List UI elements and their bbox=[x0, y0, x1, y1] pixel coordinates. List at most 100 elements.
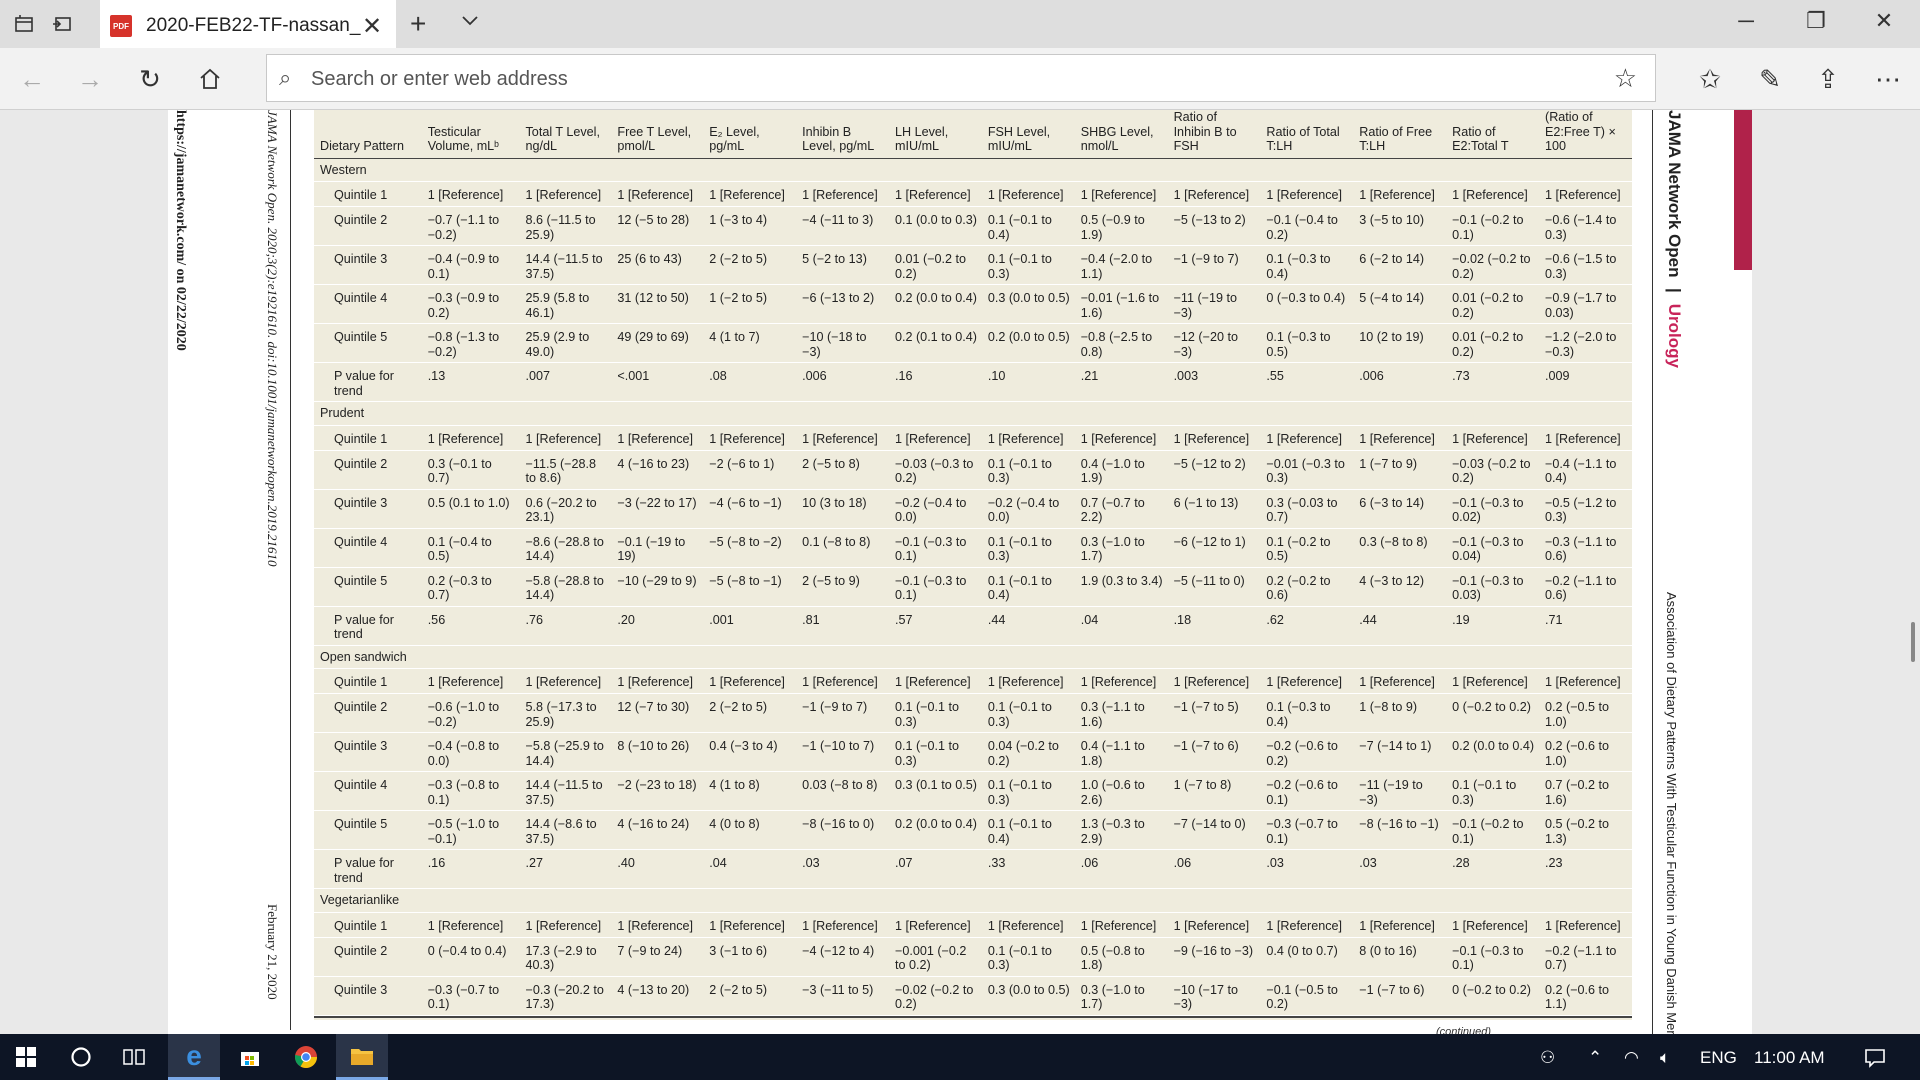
wifi-icon[interactable]: ◠ bbox=[1624, 1048, 1639, 1068]
table-cell: 1 [Reference] bbox=[519, 425, 612, 451]
row-label: Quintile 3 bbox=[314, 489, 422, 529]
table-cell: 4 (1 to 7) bbox=[703, 323, 797, 363]
table-cell: −0.8 (−1.3 to −0.2) bbox=[421, 323, 520, 363]
windows-start-icon[interactable] bbox=[0, 1034, 52, 1080]
journal-header: JAMA Network Open | Urology bbox=[1664, 110, 1684, 368]
table-cell: −0.5 (−1.0 to −0.1) bbox=[421, 810, 520, 850]
taskbar: e ⚇ ⌃ ◠ 🔈︎ ENG 11:00 AM bbox=[0, 1034, 1920, 1080]
search-icon: ⌕ bbox=[279, 65, 292, 90]
table-cell: −5 (−13 to 2) bbox=[1167, 206, 1261, 246]
chevron-down-icon[interactable] bbox=[460, 10, 480, 36]
close-tab-icon[interactable]: ✕ bbox=[362, 12, 382, 41]
minimize-button[interactable]: ─ bbox=[1726, 8, 1766, 40]
table-cell: 1 [Reference] bbox=[611, 912, 704, 938]
table-cell: 31 (12 to 50) bbox=[611, 284, 704, 324]
table-cell: 0.2 (−0.5 to 1.0) bbox=[1539, 693, 1632, 733]
table-cell: 1 [Reference] bbox=[1353, 912, 1447, 938]
row-label: Quintile 3 bbox=[314, 732, 422, 772]
table-cell: 2 (−5 to 9) bbox=[796, 567, 889, 607]
table-cell: 0.3 (−1.0 to 1.7) bbox=[1074, 528, 1168, 568]
task-view-icon[interactable] bbox=[110, 1034, 160, 1080]
tab-pdf[interactable]: PDF 2020-FEB22-TF-nassan_ ✕ bbox=[100, 0, 396, 48]
table-cell: −2 (−6 to 1) bbox=[703, 450, 797, 490]
table-cell: −5 (−8 to −2) bbox=[703, 528, 797, 568]
people-icon[interactable]: ⚇ bbox=[1540, 1048, 1555, 1068]
clock[interactable]: 11:00 AM bbox=[1754, 1048, 1825, 1068]
table-cell: 1 [Reference] bbox=[1167, 668, 1261, 694]
table-cell: 1 [Reference] bbox=[611, 668, 704, 694]
table-cell: −0.3 (−0.8 to 0.1) bbox=[421, 771, 520, 811]
table-cell: 1 [Reference] bbox=[421, 668, 520, 694]
chrome-icon[interactable] bbox=[280, 1034, 332, 1080]
edge-browser-icon[interactable]: e bbox=[168, 1034, 220, 1080]
table-row: Quintile 2 0.3 (−0.1 to 0.7) −11.5 (−28.8 … bbox=[314, 450, 1632, 490]
pvalue-row: P value for trend .13.007 <.001.08.006.16.… bbox=[314, 362, 1632, 402]
new-tab-icon[interactable]: + bbox=[410, 8, 426, 40]
forward-arrow-icon[interactable]: → bbox=[72, 62, 108, 96]
table-cell: 0.3 (0.0 to 0.5) bbox=[981, 284, 1075, 324]
table-cell: −0.6 (−1.5 to 0.3) bbox=[1539, 245, 1632, 285]
table-cell: 1 [Reference] bbox=[1074, 668, 1168, 694]
close-window-button[interactable]: ✕ bbox=[1864, 8, 1904, 40]
table-cell: −1 (−10 to 7) bbox=[796, 732, 889, 772]
pvalue-cell: .003 bbox=[1167, 362, 1261, 402]
tab-actions-icon[interactable] bbox=[10, 10, 38, 38]
back-arrow-icon[interactable]: ← bbox=[14, 62, 50, 96]
favorites-icon[interactable]: ✩ bbox=[1692, 62, 1728, 96]
table-cell: 0.1 (−0.4 to 0.5) bbox=[421, 528, 520, 568]
row-label: Quintile 5 bbox=[314, 567, 422, 607]
address-bar[interactable]: ⌕ ☆ bbox=[266, 54, 1656, 102]
restore-button[interactable]: ❐ bbox=[1796, 8, 1836, 40]
address-input[interactable] bbox=[311, 65, 1561, 93]
table-cell: 1 [Reference] bbox=[703, 912, 797, 938]
store-icon[interactable] bbox=[224, 1034, 276, 1080]
cortana-search-icon[interactable] bbox=[56, 1034, 106, 1080]
refresh-icon[interactable]: ↻ bbox=[132, 62, 168, 96]
scrollbar-thumb[interactable] bbox=[1911, 622, 1915, 662]
results-table: Dietary Pattern Testicular Volume, mLᵇ Tot… bbox=[314, 110, 1632, 1020]
table-cell: −8.6 (−28.8 to 14.4) bbox=[519, 528, 612, 568]
table-cell: 0.2 (0.0 to 0.4) bbox=[1446, 732, 1539, 772]
table-cell: 0.4 (−1.0 to 1.9) bbox=[1074, 450, 1168, 490]
title-bar: PDF 2020-FEB22-TF-nassan_ ✕ + ─ ❐ ✕ bbox=[0, 0, 1920, 48]
favorite-star-icon[interactable]: ☆ bbox=[1614, 63, 1637, 94]
set-tabs-aside-icon[interactable] bbox=[48, 10, 76, 38]
table-cell: 25.9 (2.9 to 49.0) bbox=[519, 323, 612, 363]
table-cell: 17.3 (−2.9 to 40.3) bbox=[519, 937, 612, 977]
pvalue-row: P value for trend .16.27.40.04.03.07.33.0… bbox=[314, 849, 1632, 889]
share-icon[interactable]: ⇪ bbox=[1810, 62, 1846, 96]
group-row: Prudent bbox=[314, 401, 1632, 426]
table-cell: 0.5 (−0.8 to 1.8) bbox=[1074, 937, 1168, 977]
table-cell: 0.01 (−0.2 to 0.2) bbox=[888, 245, 982, 285]
table-cell: 25 (6 to 43) bbox=[611, 245, 704, 285]
chevron-up-icon[interactable]: ⌃ bbox=[1588, 1048, 1602, 1068]
more-icon[interactable]: ⋯ bbox=[1870, 62, 1906, 96]
table-cell: 0.3 (0.0 to 0.5) bbox=[981, 976, 1075, 1016]
table-cell: −6 (−13 to 2) bbox=[796, 284, 889, 324]
table-cell: −0.1 (−0.3 to 0.1) bbox=[1446, 937, 1539, 977]
language-indicator[interactable]: ENG bbox=[1700, 1048, 1737, 1068]
table-cell: 7 (−9 to 24) bbox=[611, 937, 704, 977]
table-cell: 1 [Reference] bbox=[981, 912, 1075, 938]
table-cell: −0.1 (−0.3 to 0.1) bbox=[888, 528, 982, 568]
table-cell: −0.6 (−1.4 to 0.3) bbox=[1539, 206, 1632, 246]
table-cell: 5 (−2 to 13) bbox=[796, 245, 889, 285]
table-cell: −4 (−11 to 3) bbox=[796, 206, 889, 246]
table-cell: 8 (−10 to 26) bbox=[611, 732, 704, 772]
pen-icon[interactable]: ✎ bbox=[1752, 62, 1788, 96]
pdf-viewer[interactable]: https://jamanetwork.com/ on 02/22/2020 J… bbox=[0, 110, 1920, 1038]
table-row: Quintile 11 [Reference] 1 [Reference] 1 [R… bbox=[314, 912, 1632, 938]
table-cell: −0.2 (−0.4 to 0.0) bbox=[981, 489, 1075, 529]
table-cell: 0.4 (−1.1 to 1.8) bbox=[1074, 732, 1168, 772]
table-cell: 0.6 (−20.2 to 23.1) bbox=[519, 489, 612, 529]
file-explorer-icon[interactable] bbox=[336, 1034, 388, 1080]
pvalue-cell: .001 bbox=[703, 606, 797, 646]
pvalue-cell: .81 bbox=[796, 606, 889, 646]
notifications-icon[interactable] bbox=[1864, 1048, 1886, 1073]
table-cell: 0.1 (−0.1 to 0.3) bbox=[981, 450, 1075, 490]
table-cell: 0.2 (0.0 to 0.5) bbox=[981, 323, 1075, 363]
home-icon[interactable] bbox=[192, 62, 228, 96]
table-cell: 0.2 (0.1 to 0.4) bbox=[888, 323, 982, 363]
volume-icon[interactable]: 🔈︎ bbox=[1660, 1048, 1670, 1068]
pvalue-cell: .28 bbox=[1446, 849, 1539, 889]
